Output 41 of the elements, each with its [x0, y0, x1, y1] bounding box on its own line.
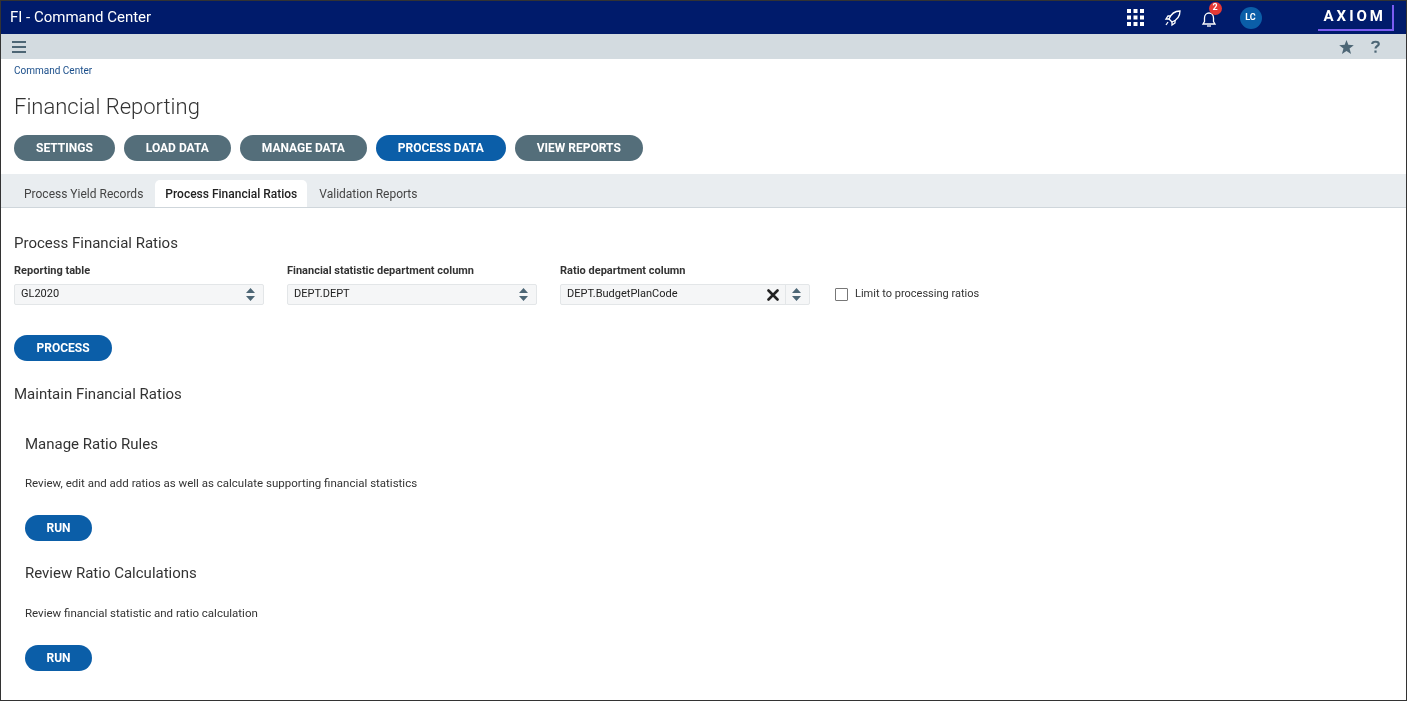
help-icon[interactable] — [1371, 40, 1380, 53]
process-button[interactable]: PROCESS — [14, 335, 112, 361]
section-title: Maintain Financial Ratios — [14, 384, 183, 405]
checkbox-label: Limit to processing ratios — [855, 286, 980, 303]
task-description: Review financial statistic and ratio calculation — [25, 604, 259, 622]
app-title: FI - Command Center — [10, 7, 152, 29]
run-button[interactable]: RUN — [25, 515, 92, 542]
select-field[interactable]: GL2020 — [14, 284, 264, 305]
select-field[interactable]: DEPT.BudgetPlanCode — [560, 284, 810, 305]
run-button[interactable]: RUN — [25, 645, 92, 671]
sort-arrows-icon[interactable] — [519, 288, 528, 301]
notification-badge: 2 — [1208, 1, 1222, 15]
clear-icon[interactable] — [767, 288, 779, 301]
section-title: Process Financial Ratios — [14, 233, 179, 254]
nav-button[interactable]: MANAGE DATA — [239, 135, 367, 161]
task-title: Review Ratio Calculations — [25, 563, 198, 585]
menu-icon[interactable] — [12, 40, 26, 53]
task-title: Manage Ratio Rules — [25, 433, 159, 455]
tab[interactable]: Validation Reports — [309, 180, 428, 207]
select-field[interactable]: DEPT.DEPT — [287, 284, 537, 305]
field-label: Reporting table — [14, 262, 92, 279]
tab[interactable]: Process Financial Ratios — [155, 180, 308, 207]
nav-button[interactable]: LOAD DATA — [123, 135, 231, 161]
star-icon[interactable] — [1339, 39, 1354, 54]
app-grid-icon[interactable] — [1126, 9, 1144, 26]
tab[interactable]: Process Yield Records — [14, 180, 154, 207]
sort-arrows-icon[interactable] — [246, 288, 255, 301]
task-description: Review, edit and add ratios as well as calculate supporting financial statistics — [25, 475, 419, 492]
page-title: Financial Reporting — [14, 93, 201, 121]
checkbox[interactable] — [835, 288, 848, 301]
field-label: Ratio department column — [560, 262, 687, 279]
user-avatar[interactable]: LC — [1239, 6, 1262, 29]
nav-button[interactable]: PROCESS DATA — [375, 135, 506, 161]
breadcrumb-link[interactable]: Command Center — [14, 63, 1393, 78]
field-label: Financial statistic department column — [287, 262, 475, 279]
axiom-logo: AXIOM — [1317, 4, 1394, 31]
nav-button[interactable]: VIEW REPORTS — [514, 135, 643, 161]
notification-bell-icon[interactable] — [1199, 9, 1218, 28]
nav-button[interactable]: SETTINGS — [14, 135, 115, 161]
sort-arrows-icon[interactable] — [792, 288, 801, 301]
rocket-icon[interactable] — [1163, 8, 1182, 27]
